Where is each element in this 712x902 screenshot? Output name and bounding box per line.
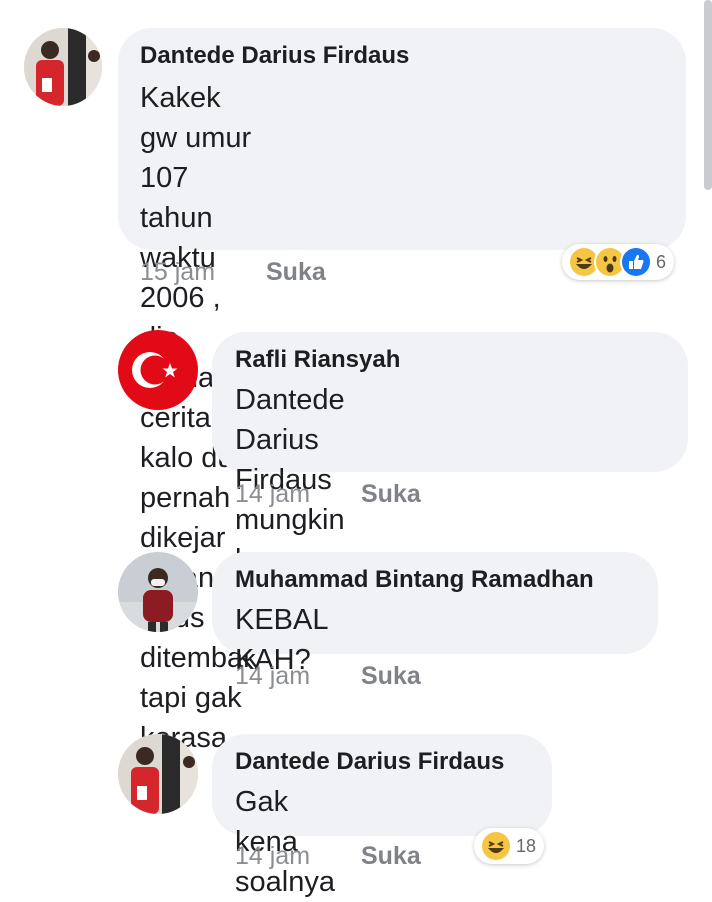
comment-timestamp[interactable]: 14 jam bbox=[235, 662, 310, 691]
profile-photo-icon bbox=[118, 734, 198, 814]
comment-timestamp[interactable]: 15 jam bbox=[140, 258, 215, 287]
avatar[interactable] bbox=[118, 734, 198, 814]
comment-author[interactable]: Rafli Riansyah bbox=[235, 346, 400, 374]
haha-emoji-icon bbox=[480, 830, 512, 862]
profile-photo-icon bbox=[24, 28, 102, 106]
like-reaction-icon bbox=[620, 246, 652, 278]
like-button[interactable]: Suka bbox=[361, 480, 421, 509]
avatar[interactable] bbox=[118, 552, 198, 632]
profile-photo-icon bbox=[118, 552, 198, 632]
like-button[interactable]: Suka bbox=[266, 258, 326, 287]
comment-timestamp[interactable]: 14 jam bbox=[235, 480, 310, 509]
comment-author[interactable]: Dantede Darius Firdaus bbox=[140, 42, 409, 70]
reaction-count: 18 bbox=[516, 835, 537, 856]
like-button[interactable]: Suka bbox=[361, 842, 421, 871]
reaction-summary[interactable]: 18 bbox=[474, 828, 545, 864]
reaction-summary[interactable]: 6 bbox=[562, 244, 675, 280]
avatar[interactable] bbox=[118, 330, 198, 410]
like-button[interactable]: Suka bbox=[361, 662, 421, 691]
comment-author[interactable]: Muhammad Bintang Ramadhan bbox=[235, 566, 594, 594]
turkey-flag-icon bbox=[118, 330, 198, 410]
avatar[interactable] bbox=[24, 28, 102, 106]
comment-author[interactable]: Dantede Darius Firdaus bbox=[235, 748, 504, 776]
reaction-count: 6 bbox=[656, 251, 667, 272]
comment-timestamp[interactable]: 14 jam bbox=[235, 842, 310, 871]
scrollbar[interactable] bbox=[704, 0, 712, 190]
